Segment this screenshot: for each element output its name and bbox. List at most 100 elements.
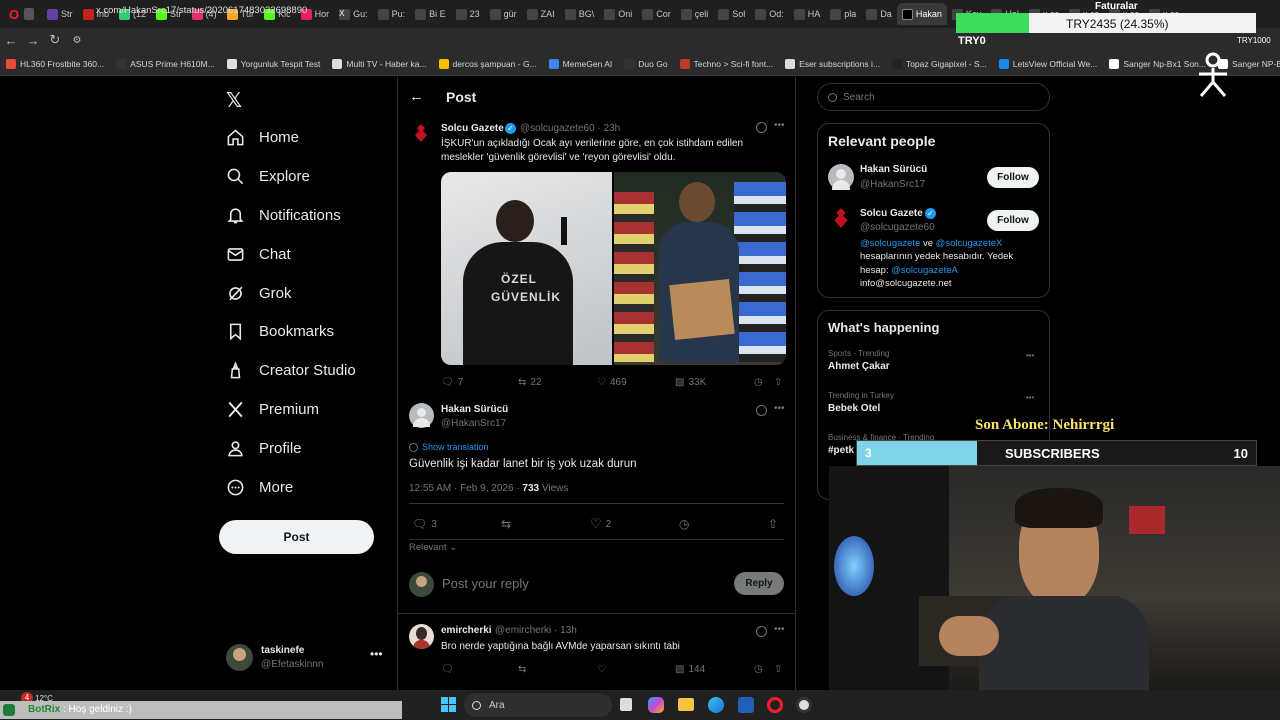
like-action[interactable]: ♡ 2 [590,516,611,532]
file-explorer-icon[interactable] [678,698,694,711]
taskbar-search[interactable]: Ara [464,693,612,717]
browser-tab[interactable]: gür [485,3,522,25]
bookmark[interactable]: MemeGen AI [548,58,612,69]
bookmark-icon[interactable]: ◷ [679,517,689,531]
person-handle[interactable]: @solcugazete60 [860,222,935,233]
forward-arrow-icon[interactable]: → [22,33,44,48]
browser-tab[interactable]: çeli [676,3,714,25]
heart-icon[interactable]: ♡ [597,664,606,675]
reply-input[interactable]: Post your reply [442,576,529,591]
bookmark-icon[interactable]: ◷ [754,377,763,388]
relevant-sort-dropdown[interactable]: Relevant ⌄ [409,542,457,553]
browser-tab[interactable]: HA [789,3,826,25]
post-image-security-guard[interactable]: ÖZEL GÜVENLİK [441,172,612,365]
share-icon[interactable]: ⇧ [774,664,782,675]
author-name[interactable]: Solcu Gazete [441,123,504,134]
avatar[interactable] [409,403,434,428]
grok-icon[interactable] [756,405,767,416]
edge-icon[interactable] [708,697,724,713]
nav-profile[interactable]: Profile [226,439,302,458]
browser-tab[interactable]: 23 [451,3,485,25]
repost-action[interactable]: ⇆ 22 [518,377,542,388]
repost-icon[interactable]: ⇆ [501,517,511,531]
site-info-icon[interactable]: ⚙ [66,35,88,46]
search-box[interactable]: Search [817,83,1050,111]
browser-tab[interactable]: Sol [713,3,750,25]
back-arrow-icon[interactable]: ← [0,33,22,48]
bio-mention[interactable]: @solcugazeteA [891,265,958,276]
browser-tab[interactable]: Oni [599,3,637,25]
bookmark[interactable]: ASUS Prime H610M... [116,58,215,69]
show-translation-link[interactable]: Show translation [409,442,489,452]
post-timestamp[interactable]: 12:55 AM · Feb 9, 2026 · [409,483,522,494]
back-arrow-icon[interactable]: ← [409,88,424,105]
browser-tab[interactable]: Od: [750,3,789,25]
person-name[interactable]: Hakan Sürücü [860,164,927,175]
more-dots-icon[interactable]: ••• [1026,351,1034,360]
windows-start-icon[interactable] [441,697,456,712]
reply-action[interactable]: 🗨 3 [412,517,437,531]
opera-icon[interactable]: O [4,7,24,22]
browser-tab-active[interactable]: Hakan [896,3,947,25]
nav-chat[interactable]: Chat [226,245,291,264]
opera-taskbar-icon[interactable] [767,697,783,713]
author-handle[interactable]: @solcugazete60 · 23h [520,123,620,134]
parent-post[interactable]: Solcu Gazete ✓ @solcugazete60 · 23h ••• … [398,119,795,399]
follow-button[interactable]: Follow [987,210,1039,231]
reply-button[interactable]: Reply [734,572,784,595]
bookmark[interactable]: Multi TV - Haber ka... [332,58,427,69]
avatar[interactable] [413,123,429,143]
bookmark[interactable]: LetsView Official We... [998,58,1097,69]
bookmark[interactable]: Sanger Np-Bx1 Son... [1109,58,1206,69]
nav-premium[interactable]: Premium [226,400,319,419]
avatar[interactable] [409,624,434,649]
nav-home[interactable]: Home [226,128,299,147]
post-button[interactable]: Post [219,520,374,554]
bio-mention[interactable]: @solcugazete [860,238,920,249]
reply-icon[interactable]: 🗨 [441,664,454,675]
browser-tab[interactable]: Bi E [410,3,451,25]
grok-icon[interactable] [756,122,767,133]
browser-tab[interactable]: ZAI [522,3,560,25]
share-icon[interactable]: ⇧ [774,377,782,388]
views-action[interactable]: ▧ 144 [675,664,705,675]
author-handle[interactable]: @emircherki · 13h [495,625,577,636]
bookmark[interactable]: Yorgunluk Tespit Test [226,58,320,69]
follow-button[interactable]: Follow [987,167,1039,188]
nav-bookmarks[interactable]: Bookmarks [226,322,334,341]
more-dots-icon[interactable]: ••• [774,624,785,635]
account-switcher[interactable]: taskinefe @Efetaskinnn ••• [226,643,386,673]
grok-icon[interactable] [756,626,767,637]
x-logo-icon[interactable]: 𝕏 [226,88,242,113]
nav-grok[interactable]: Grok [226,284,292,303]
views-action[interactable]: ▧ 33K [675,377,706,388]
trend-item[interactable]: Sports · Trending Ahmet Çakar ••• [828,349,1040,379]
repost-icon[interactable]: ⇆ [518,664,526,675]
reply-post[interactable]: emircherki @emircherki · 13h ••• Bro ner… [398,617,795,697]
person-handle[interactable]: @HakanSrc17 [860,179,925,190]
nav-explore[interactable]: Explore [226,167,310,186]
url-field[interactable]: x.com/HakanSrc17/status/2020617483032698… [96,5,307,16]
taskview-icon[interactable] [620,698,632,711]
browser-tab[interactable]: X Gu: [334,3,373,25]
reply-action[interactable]: 🗨 7 [441,377,463,388]
bookmark[interactable]: dercos şampuan - G... [438,58,537,69]
share-icon[interactable]: ⇧ [768,517,778,531]
avatar[interactable] [832,207,850,229]
workspace-icon[interactable] [24,8,34,20]
bookmark[interactable]: HL360 Frostbite 360... [6,58,104,69]
person-name[interactable]: Solcu Gazete [860,208,923,219]
more-dots-icon[interactable]: ••• [1026,393,1034,402]
more-dots-icon[interactable]: ••• [774,403,785,414]
nav-creator-studio[interactable]: Creator Studio [226,361,356,380]
copilot-icon[interactable] [648,697,664,713]
post-image-shelf-worker[interactable] [614,172,786,365]
nav-notifications[interactable]: Notifications [226,206,341,225]
reload-icon[interactable]: ↻ [44,32,66,48]
avatar[interactable] [828,164,854,190]
browser-tab[interactable]: Str [42,3,78,25]
obs-icon[interactable] [796,697,812,713]
browser-tab[interactable]: Cor [637,3,676,25]
author-name[interactable]: Hakan Sürücü [441,404,508,415]
more-dots-icon[interactable]: ••• [774,120,785,131]
